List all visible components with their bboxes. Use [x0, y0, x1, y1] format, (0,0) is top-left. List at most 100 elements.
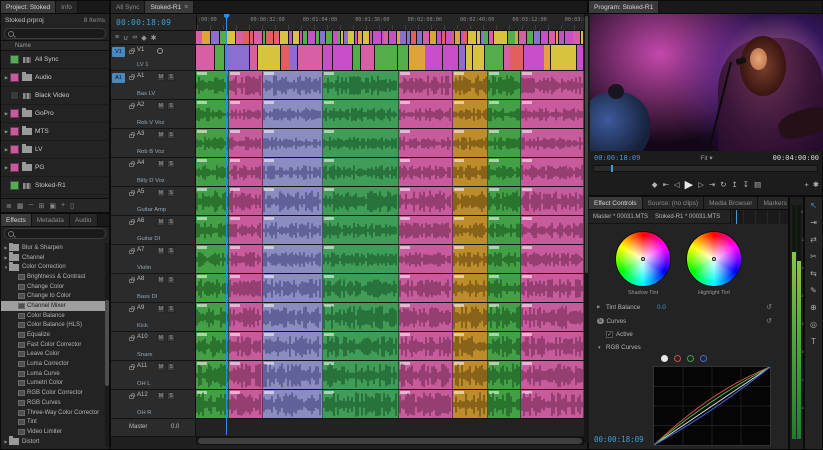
wheel-center-marker[interactable]	[712, 257, 716, 261]
effect-controls-tab-source-no-clips[interactable]: Source: (no clips)	[643, 197, 705, 209]
video-mini-clip[interactable]	[397, 31, 400, 44]
audio-clip[interactable]	[196, 303, 229, 331]
video-clip[interactable]	[466, 45, 472, 70]
video-mini-clip[interactable]	[556, 31, 559, 44]
video-mini-clip[interactable]	[236, 31, 243, 44]
effect-item-lumetri-color[interactable]: Lumetri Color	[1, 379, 105, 389]
audio-clip[interactable]	[263, 187, 323, 215]
video-mini-clip[interactable]	[227, 31, 235, 44]
video-mini-clip[interactable]	[417, 31, 422, 44]
audio-clip[interactable]	[399, 274, 453, 302]
hand-tool[interactable]: ⊕	[805, 299, 822, 316]
add-marker-icon[interactable]: ◆	[141, 34, 146, 42]
project-tab-info[interactable]: Info	[56, 1, 78, 13]
video-clip[interactable]	[398, 45, 408, 70]
project-search-field[interactable]	[4, 28, 106, 39]
audio-clip[interactable]	[229, 332, 263, 360]
video-clip[interactable]	[577, 45, 583, 70]
effect-item-color-balance[interactable]: Color Balance	[1, 311, 105, 321]
audio-clip[interactable]	[399, 187, 453, 215]
effects-tab-audio[interactable]: Audio	[70, 214, 98, 226]
highlight-tint-wheel[interactable]	[686, 231, 742, 287]
loop-icon[interactable]: ↻	[720, 180, 726, 189]
audio-clip[interactable]	[229, 158, 263, 186]
master-clip-label[interactable]: Master * 00031.MTS	[593, 214, 648, 220]
source-patch-audio[interactable]: A1	[112, 73, 125, 83]
video-mini-clip[interactable]	[407, 31, 411, 44]
solo-button[interactable]: S	[167, 73, 175, 81]
new-item-icon[interactable]: +	[61, 202, 65, 209]
solo-button[interactable]: S	[167, 102, 175, 110]
video-mini-clip[interactable]	[243, 31, 249, 44]
effect-item-brightness-contrast[interactable]: Brightness & Contrast	[1, 272, 105, 282]
solo-button[interactable]: S	[167, 392, 175, 400]
effects-tab-effects[interactable]: Effects	[1, 214, 32, 226]
red-channel-dot[interactable]	[674, 355, 681, 362]
effect-controls-tab-markers[interactable]: Markers	[758, 197, 788, 209]
timeline-ruler[interactable]: :00:0000:00:32:0000:01:04:0000:01:36:000…	[196, 14, 584, 31]
mute-button[interactable]: M	[157, 102, 165, 110]
video-clip[interactable]	[196, 45, 214, 70]
project-item-gopro[interactable]: ▶GoPro	[1, 105, 109, 123]
timeline-timecode[interactable]: 00:00:18:09	[116, 18, 171, 27]
rgb-curves-row[interactable]: ▼ RGB Curves	[589, 341, 774, 353]
solo-button[interactable]: S	[167, 363, 175, 371]
video-mini-clip[interactable]	[446, 31, 452, 44]
video-mini-clip[interactable]	[534, 31, 540, 44]
video-clip[interactable]	[504, 45, 510, 70]
solo-button[interactable]: S	[167, 276, 175, 284]
audio-clip[interactable]	[399, 361, 453, 389]
video-mini-clip[interactable]	[527, 31, 533, 44]
zoom-level-select[interactable]: Fit ▾	[700, 154, 712, 162]
source-patch-v1[interactable]: V1	[112, 47, 125, 57]
audio-clip[interactable]	[229, 216, 263, 244]
video-mini-clip[interactable]	[494, 31, 502, 44]
effect-controls-timecode[interactable]: 00:00:18:09	[594, 435, 644, 444]
project-item-black-video[interactable]: Black Video	[1, 87, 109, 105]
sync-lock-icon[interactable]	[129, 395, 134, 399]
video-mini-clip[interactable]	[303, 31, 307, 44]
video-clip[interactable]	[473, 45, 484, 70]
video-mini-clip[interactable]	[358, 31, 362, 44]
audio-clip[interactable]	[399, 158, 453, 186]
video-mini-clip[interactable]	[373, 31, 381, 44]
twirl-icon[interactable]: ▶	[3, 165, 10, 171]
lift-icon[interactable]: ↥	[732, 180, 738, 189]
track-select-forward-tool[interactable]: ⇥	[805, 214, 822, 231]
audio-clip[interactable]	[488, 274, 521, 302]
effects-scrollbar[interactable]	[105, 243, 109, 447]
sync-lock-icon[interactable]	[129, 250, 134, 254]
twirl-icon[interactable]: ▼	[597, 345, 603, 350]
ripple-edit-tool[interactable]: ⇄	[805, 231, 822, 248]
mini-playhead[interactable]	[736, 210, 737, 224]
program-scrubber[interactable]	[593, 165, 818, 172]
sync-lock-icon[interactable]	[129, 163, 134, 167]
effect-item-luma-corrector[interactable]: Luma Corrector	[1, 359, 105, 369]
audio-clip[interactable]	[453, 274, 488, 302]
project-item-lv[interactable]: ▶LV	[1, 141, 109, 159]
audio-clip[interactable]	[453, 158, 488, 186]
toggle-track-output-icon[interactable]	[157, 48, 163, 54]
video-mini-clip[interactable]	[489, 31, 494, 44]
video-mini-clip[interactable]	[573, 31, 580, 44]
video-clip[interactable]	[544, 45, 550, 70]
audio-clip[interactable]	[453, 245, 488, 273]
video-mini-clip[interactable]	[463, 31, 467, 44]
audio-clip[interactable]	[263, 216, 323, 244]
audio-clip[interactable]	[323, 274, 399, 302]
video-mini-clip[interactable]	[508, 31, 515, 44]
audio-clip[interactable]	[399, 390, 453, 418]
effect-item-color-balance-hls[interactable]: Color Balance (HLS)	[1, 321, 105, 331]
audio-clip[interactable]	[263, 158, 323, 186]
audio-clip[interactable]	[323, 245, 399, 273]
twirl-icon[interactable]: ▶	[597, 304, 603, 310]
audio-clip[interactable]	[229, 129, 263, 157]
audio-clip[interactable]	[453, 187, 488, 215]
audio-clip[interactable]	[488, 71, 521, 99]
effect-controls-mini-timeline[interactable]	[730, 210, 788, 224]
close-icon[interactable]: ×	[184, 4, 188, 11]
curves-effect-row[interactable]: fx Curves ↺	[589, 315, 774, 327]
new-bin-icon[interactable]: ▣	[49, 202, 56, 210]
audio-clip[interactable]	[323, 129, 399, 157]
effect-controls-tab-effect-controls[interactable]: Effect Controls	[589, 197, 643, 209]
